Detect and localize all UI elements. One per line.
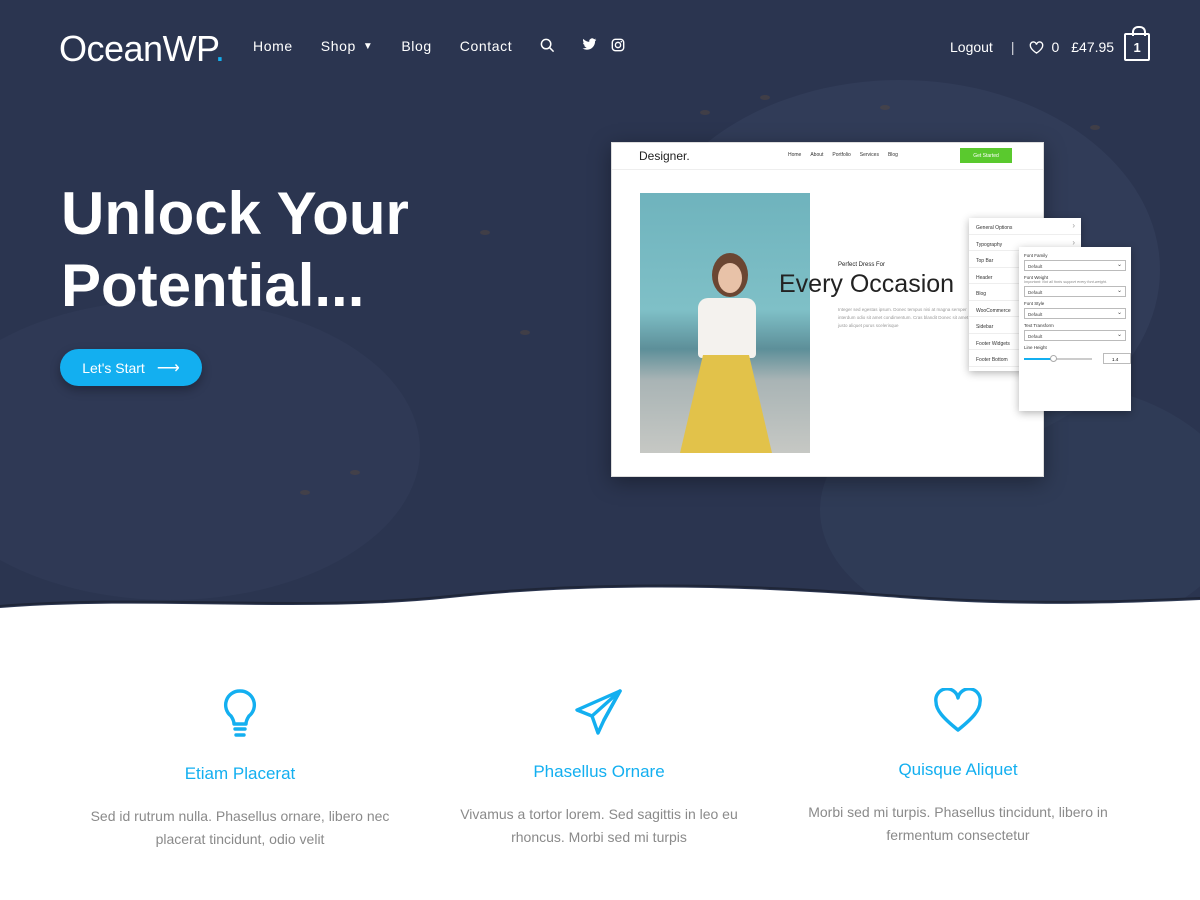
- line-height-label: Line Height: [1024, 345, 1047, 350]
- mockup-header: Designer. Home About Portfolio Services …: [612, 143, 1043, 170]
- nav-shop[interactable]: Shop ▼: [321, 38, 374, 54]
- mockup-subtitle: Perfect Dress For: [838, 262, 886, 268]
- feature-title: Phasellus Ornare: [533, 762, 665, 781]
- photo-face: [718, 263, 742, 293]
- lightbulb-icon: [223, 689, 257, 737]
- font-weight-select: Default: [1024, 286, 1126, 297]
- background-fish: [1090, 125, 1100, 130]
- mockup-nav-item: Services: [859, 152, 879, 158]
- paper-plane-icon: [575, 689, 622, 735]
- chevron-down-icon: ▼: [362, 40, 374, 52]
- font-style-select: Default: [1024, 308, 1126, 319]
- mockup-text: Integer sed egestas ipsum. Donec tempus …: [838, 307, 969, 328]
- background-fish: [520, 330, 530, 335]
- background-fish: [880, 105, 890, 110]
- mockup-nav-item: About: [810, 152, 824, 158]
- search-icon[interactable]: [540, 38, 556, 54]
- photo-skirt: [680, 355, 772, 453]
- divider: |: [1010, 39, 1015, 55]
- feature-description: Morbi sed mi turpis. Phasellus tincidunt…: [808, 804, 1108, 843]
- mockup-logo: Designer.: [639, 149, 690, 163]
- cart-count: 1: [1133, 39, 1141, 55]
- feature-2: Phasellus Ornare Vivamus a tortor lorem.…: [419, 688, 779, 849]
- text-transform-label: Text Transform: [1024, 323, 1054, 328]
- cart-icon[interactable]: 1: [1124, 26, 1151, 61]
- background-fish: [480, 230, 490, 235]
- font-family-select: Default: [1024, 260, 1126, 271]
- feature-title: Etiam Placerat: [184, 764, 296, 783]
- typography-settings-panel: Font Family Default Font Weight Importan…: [1019, 247, 1131, 411]
- font-style-label: Font Style: [1024, 301, 1045, 306]
- background-fish: [700, 110, 710, 115]
- logo-text: OceanWP: [59, 28, 215, 69]
- hero-title-line1: Unlock Your: [61, 180, 409, 247]
- mockup-nav-item: Blog: [887, 152, 898, 158]
- nav-home[interactable]: Home: [253, 38, 293, 54]
- heart-icon: [934, 688, 982, 732]
- mockup-nav-item: Portfolio: [832, 152, 851, 158]
- wishlist-count[interactable]: 0: [1051, 39, 1059, 55]
- model-photo: [640, 193, 810, 453]
- arrow-right-icon: ⟶: [156, 359, 180, 377]
- main-nav: Home Shop ▼ Blog Contact: [253, 38, 640, 54]
- background-fish: [300, 490, 310, 495]
- background-fish: [350, 470, 360, 475]
- hero-section: OceanWP. Home Shop ▼ Blog Contact Logout …: [0, 0, 1200, 620]
- nav-blog[interactable]: Blog: [401, 38, 431, 54]
- feature-title: Quisque Aliquet: [898, 760, 1018, 779]
- instagram-icon[interactable]: [611, 38, 627, 54]
- hero-title: Unlock Your Potential...: [61, 178, 409, 322]
- logo-dot: .: [214, 28, 225, 69]
- mockup-nav: Home About Portfolio Services Blog: [788, 152, 907, 158]
- heart-icon[interactable]: [1029, 40, 1044, 54]
- wave-divider: [0, 584, 1200, 620]
- cta-label: Let's Start: [82, 359, 145, 376]
- background-texture: [0, 300, 420, 600]
- site-logo[interactable]: OceanWP.: [59, 28, 225, 70]
- logout-link[interactable]: Logout: [950, 39, 993, 55]
- line-height-slider: 1.4: [1024, 353, 1131, 365]
- lets-start-button[interactable]: Let's Start ⟶: [60, 349, 202, 386]
- cart-total[interactable]: £47.95: [1071, 39, 1114, 55]
- feature-description: Sed id rutrum nulla. Phasellus ornare, l…: [90, 808, 390, 847]
- twitter-icon[interactable]: [582, 38, 598, 54]
- nav-shop-label: Shop: [320, 38, 356, 54]
- feature-description: Vivamus a tortor lorem. Sed sagittis in …: [460, 806, 738, 845]
- mockup-title: Every Occasion: [779, 270, 955, 298]
- customizer-menu-item: General Options: [969, 218, 1081, 235]
- hero-title-line2: Potential...: [61, 252, 365, 319]
- feature-1: Etiam Placerat Sed id rutrum nulla. Phas…: [60, 688, 420, 851]
- photo-shirt: [698, 298, 756, 358]
- text-transform-select: Default: [1024, 330, 1126, 341]
- line-height-value: 1.4: [1103, 353, 1131, 364]
- background-fish: [760, 95, 770, 100]
- nav-contact[interactable]: Contact: [460, 38, 512, 54]
- mockup-get-started-button: Get Started: [960, 148, 1012, 163]
- mockup-nav-item: Home: [788, 152, 802, 158]
- font-weight-note: Important: Not all fonts support every f…: [1024, 280, 1107, 284]
- header-right: Logout | 0 £47.95 1: [950, 26, 1151, 61]
- feature-3: Quisque Aliquet Morbi sed mi turpis. Pha…: [778, 688, 1138, 847]
- font-family-label: Font Family: [1024, 253, 1048, 258]
